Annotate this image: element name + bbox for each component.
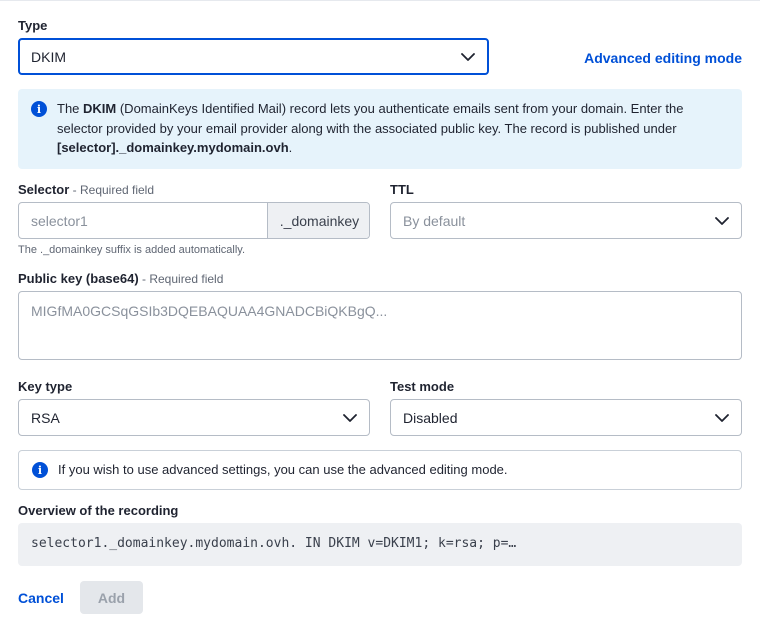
overview-label: Overview of the recording bbox=[18, 503, 179, 518]
public-key-required-note: - Required field bbox=[138, 272, 224, 286]
info-icon: i bbox=[32, 462, 48, 478]
add-button[interactable]: Add bbox=[80, 581, 143, 614]
ttl-select[interactable]: By default bbox=[390, 202, 742, 239]
selector-required-note: - Required field bbox=[69, 183, 155, 197]
advanced-settings-notice: i If you wish to use advanced settings, … bbox=[18, 450, 742, 490]
type-select[interactable]: DKIM bbox=[18, 38, 489, 75]
info-banner: i The DKIM (DomainKeys Identified Mail) … bbox=[18, 89, 742, 169]
selector-label: Selector - Required field bbox=[18, 182, 154, 197]
info-body: (DomainKeys Identified Mail) record lets… bbox=[57, 101, 684, 136]
ttl-label: TTL bbox=[390, 182, 414, 197]
selector-input-group: selector1 ._domainkey bbox=[18, 202, 370, 239]
chevron-down-icon bbox=[715, 216, 729, 225]
domainkey-suffix-addon: ._domainkey bbox=[267, 203, 369, 238]
overview-value: selector1._domainkey.mydomain.ovh. IN DK… bbox=[31, 536, 517, 551]
key-type-label: Key type bbox=[18, 379, 73, 394]
public-key-label: Public key (base64) - Required field bbox=[18, 271, 223, 286]
test-mode-label: Test mode bbox=[390, 379, 455, 394]
chevron-down-icon bbox=[343, 413, 357, 422]
selector-hint: The ._domainkey suffix is added automati… bbox=[18, 244, 246, 256]
type-label: Type bbox=[18, 18, 48, 33]
ttl-select-value: By default bbox=[403, 212, 466, 229]
info-banner-text: The DKIM (DomainKeys Identified Mail) re… bbox=[57, 99, 727, 158]
public-key-placeholder: MIGfMA0GCSqGSIb3DQEBAQUAA4GNADCBiQKBgQ..… bbox=[31, 303, 388, 319]
test-mode-select[interactable]: Disabled bbox=[390, 399, 742, 436]
overview-box: selector1._domainkey.mydomain.ovh. IN DK… bbox=[18, 523, 742, 566]
chevron-down-icon bbox=[461, 52, 475, 61]
info-icon: i bbox=[31, 101, 47, 117]
cancel-button[interactable]: Cancel bbox=[18, 590, 64, 606]
top-divider bbox=[0, 0, 760, 1]
key-type-select-value: RSA bbox=[31, 409, 60, 426]
key-type-select[interactable]: RSA bbox=[18, 399, 370, 436]
selector-input[interactable]: selector1 bbox=[31, 213, 88, 229]
info-suffix: . bbox=[288, 140, 293, 155]
info-prefix: The bbox=[57, 101, 84, 116]
advanced-editing-link[interactable]: Advanced editing mode bbox=[584, 50, 742, 66]
info-bold-term: DKIM bbox=[83, 101, 117, 116]
selector-label-text: Selector bbox=[18, 182, 70, 197]
type-select-value: DKIM bbox=[31, 48, 66, 65]
info-bold-path: [selector]._domainkey.mydomain.ovh bbox=[57, 140, 289, 155]
chevron-down-icon bbox=[715, 413, 729, 422]
test-mode-select-value: Disabled bbox=[403, 409, 458, 426]
public-key-label-text: Public key (base64) bbox=[18, 271, 139, 286]
public-key-textarea[interactable]: MIGfMA0GCSqGSIb3DQEBAQUAA4GNADCBiQKBgQ..… bbox=[18, 291, 742, 360]
advanced-notice-text: If you wish to use advanced settings, yo… bbox=[58, 462, 508, 477]
